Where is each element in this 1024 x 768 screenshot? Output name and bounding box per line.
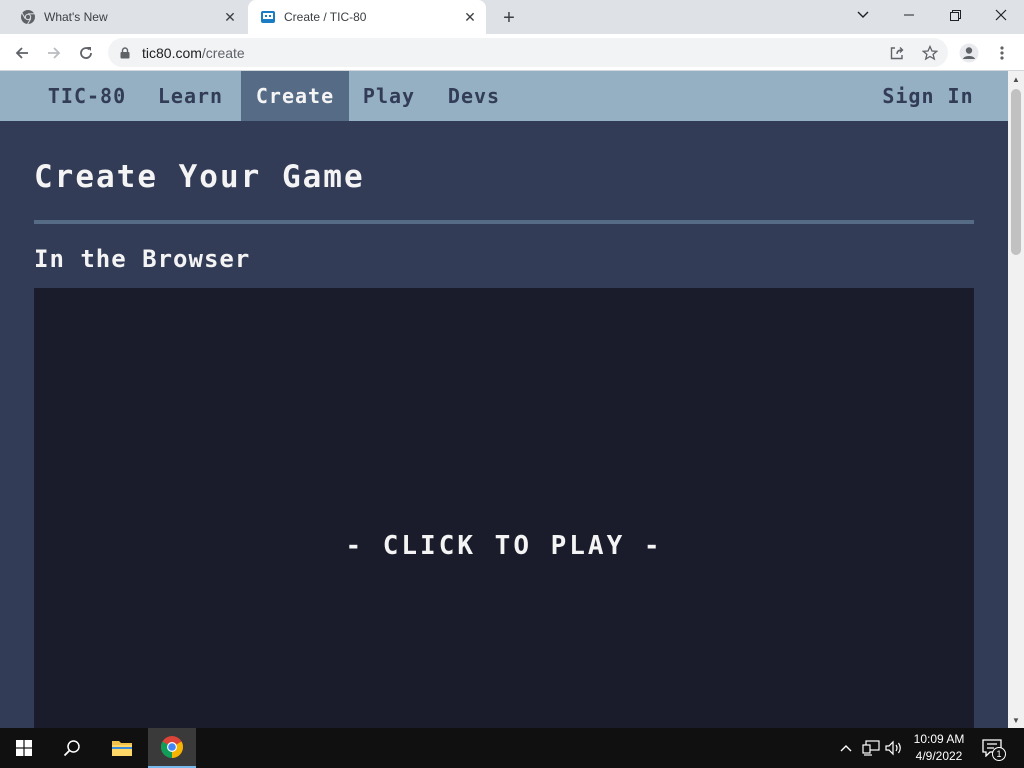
tic80-icon: [260, 9, 276, 25]
url-path: /create: [201, 44, 245, 61]
file-explorer-icon[interactable]: [98, 728, 146, 768]
nav-create-link[interactable]: Create: [241, 71, 349, 121]
nav-learn-link[interactable]: Learn: [140, 71, 241, 121]
address-bar[interactable]: tic80.com/create: [108, 38, 948, 67]
divider: [34, 220, 974, 224]
back-arrow-icon[interactable]: [9, 40, 35, 66]
page-scrollbar[interactable]: ▲ ▼: [1008, 71, 1024, 728]
notification-center-icon[interactable]: 1: [980, 736, 1006, 761]
nav-devs-link[interactable]: Devs: [429, 71, 519, 121]
bookmark-star-icon[interactable]: [917, 40, 943, 66]
chrome-taskbar-icon[interactable]: [148, 728, 196, 768]
browser-toolbar: tic80.com/create: [0, 34, 1024, 71]
close-window-icon[interactable]: [978, 0, 1024, 30]
profile-avatar-icon[interactable]: [956, 40, 982, 66]
tab-create-tic80[interactable]: Create / TIC-80 ✕: [248, 0, 486, 34]
tab-whats-new[interactable]: What's New ✕: [8, 0, 246, 34]
network-icon[interactable]: [861, 738, 881, 758]
taskbar: 10:09 AM 4/9/2022 1: [0, 728, 1024, 768]
search-icon[interactable]: [48, 728, 96, 768]
kebab-menu-icon[interactable]: [989, 40, 1015, 66]
tab-strip: What's New ✕ Create / TIC-80 ✕ +: [0, 0, 1024, 34]
reload-icon[interactable]: [73, 40, 99, 66]
tab-search-icon[interactable]: [840, 0, 886, 30]
restore-icon[interactable]: [932, 0, 978, 30]
windows-start-icon[interactable]: [0, 728, 48, 768]
volume-icon[interactable]: [884, 738, 904, 758]
sign-in-link[interactable]: Sign In: [872, 71, 984, 121]
scrollbar-thumb[interactable]: [1011, 89, 1021, 255]
scroll-up-icon[interactable]: ▲: [1008, 71, 1024, 87]
clock-time: 10:09 AM: [913, 732, 965, 746]
forward-arrow-icon[interactable]: [41, 40, 67, 66]
nav-play-link[interactable]: Play: [349, 71, 429, 121]
chevron-up-icon[interactable]: [836, 738, 856, 758]
tab-title: Create / TIC-80: [284, 10, 367, 24]
scroll-down-icon[interactable]: ▼: [1008, 712, 1024, 728]
lock-icon[interactable]: [118, 46, 132, 60]
close-tab-icon[interactable]: ✕: [220, 7, 240, 27]
url-host: tic80.com: [142, 44, 202, 61]
share-icon[interactable]: [884, 40, 910, 66]
section-title: In the Browser: [34, 245, 251, 273]
click-to-play-prompt[interactable]: - CLICK TO PLAY -: [34, 531, 974, 561]
minimize-icon[interactable]: [886, 0, 932, 30]
nav-brand-link[interactable]: TIC-80: [34, 71, 140, 121]
tab-title: What's New: [44, 10, 108, 24]
site-nav: TIC-80 Learn Create Play Devs Sign In: [0, 71, 1008, 121]
new-tab-button[interactable]: +: [498, 7, 520, 29]
page-title: Create Your Game: [34, 159, 365, 195]
notification-count-badge: 1: [992, 747, 1006, 761]
page-content: TIC-80 Learn Create Play Devs Sign In Cr…: [0, 71, 1008, 728]
close-tab-icon[interactable]: ✕: [460, 7, 480, 27]
clock-date: 4/9/2022: [915, 749, 963, 763]
system-clock[interactable]: 10:09 AM 4/9/2022: [905, 731, 973, 765]
game-player[interactable]: - CLICK TO PLAY -: [34, 288, 974, 728]
chrome-icon: [20, 9, 36, 25]
